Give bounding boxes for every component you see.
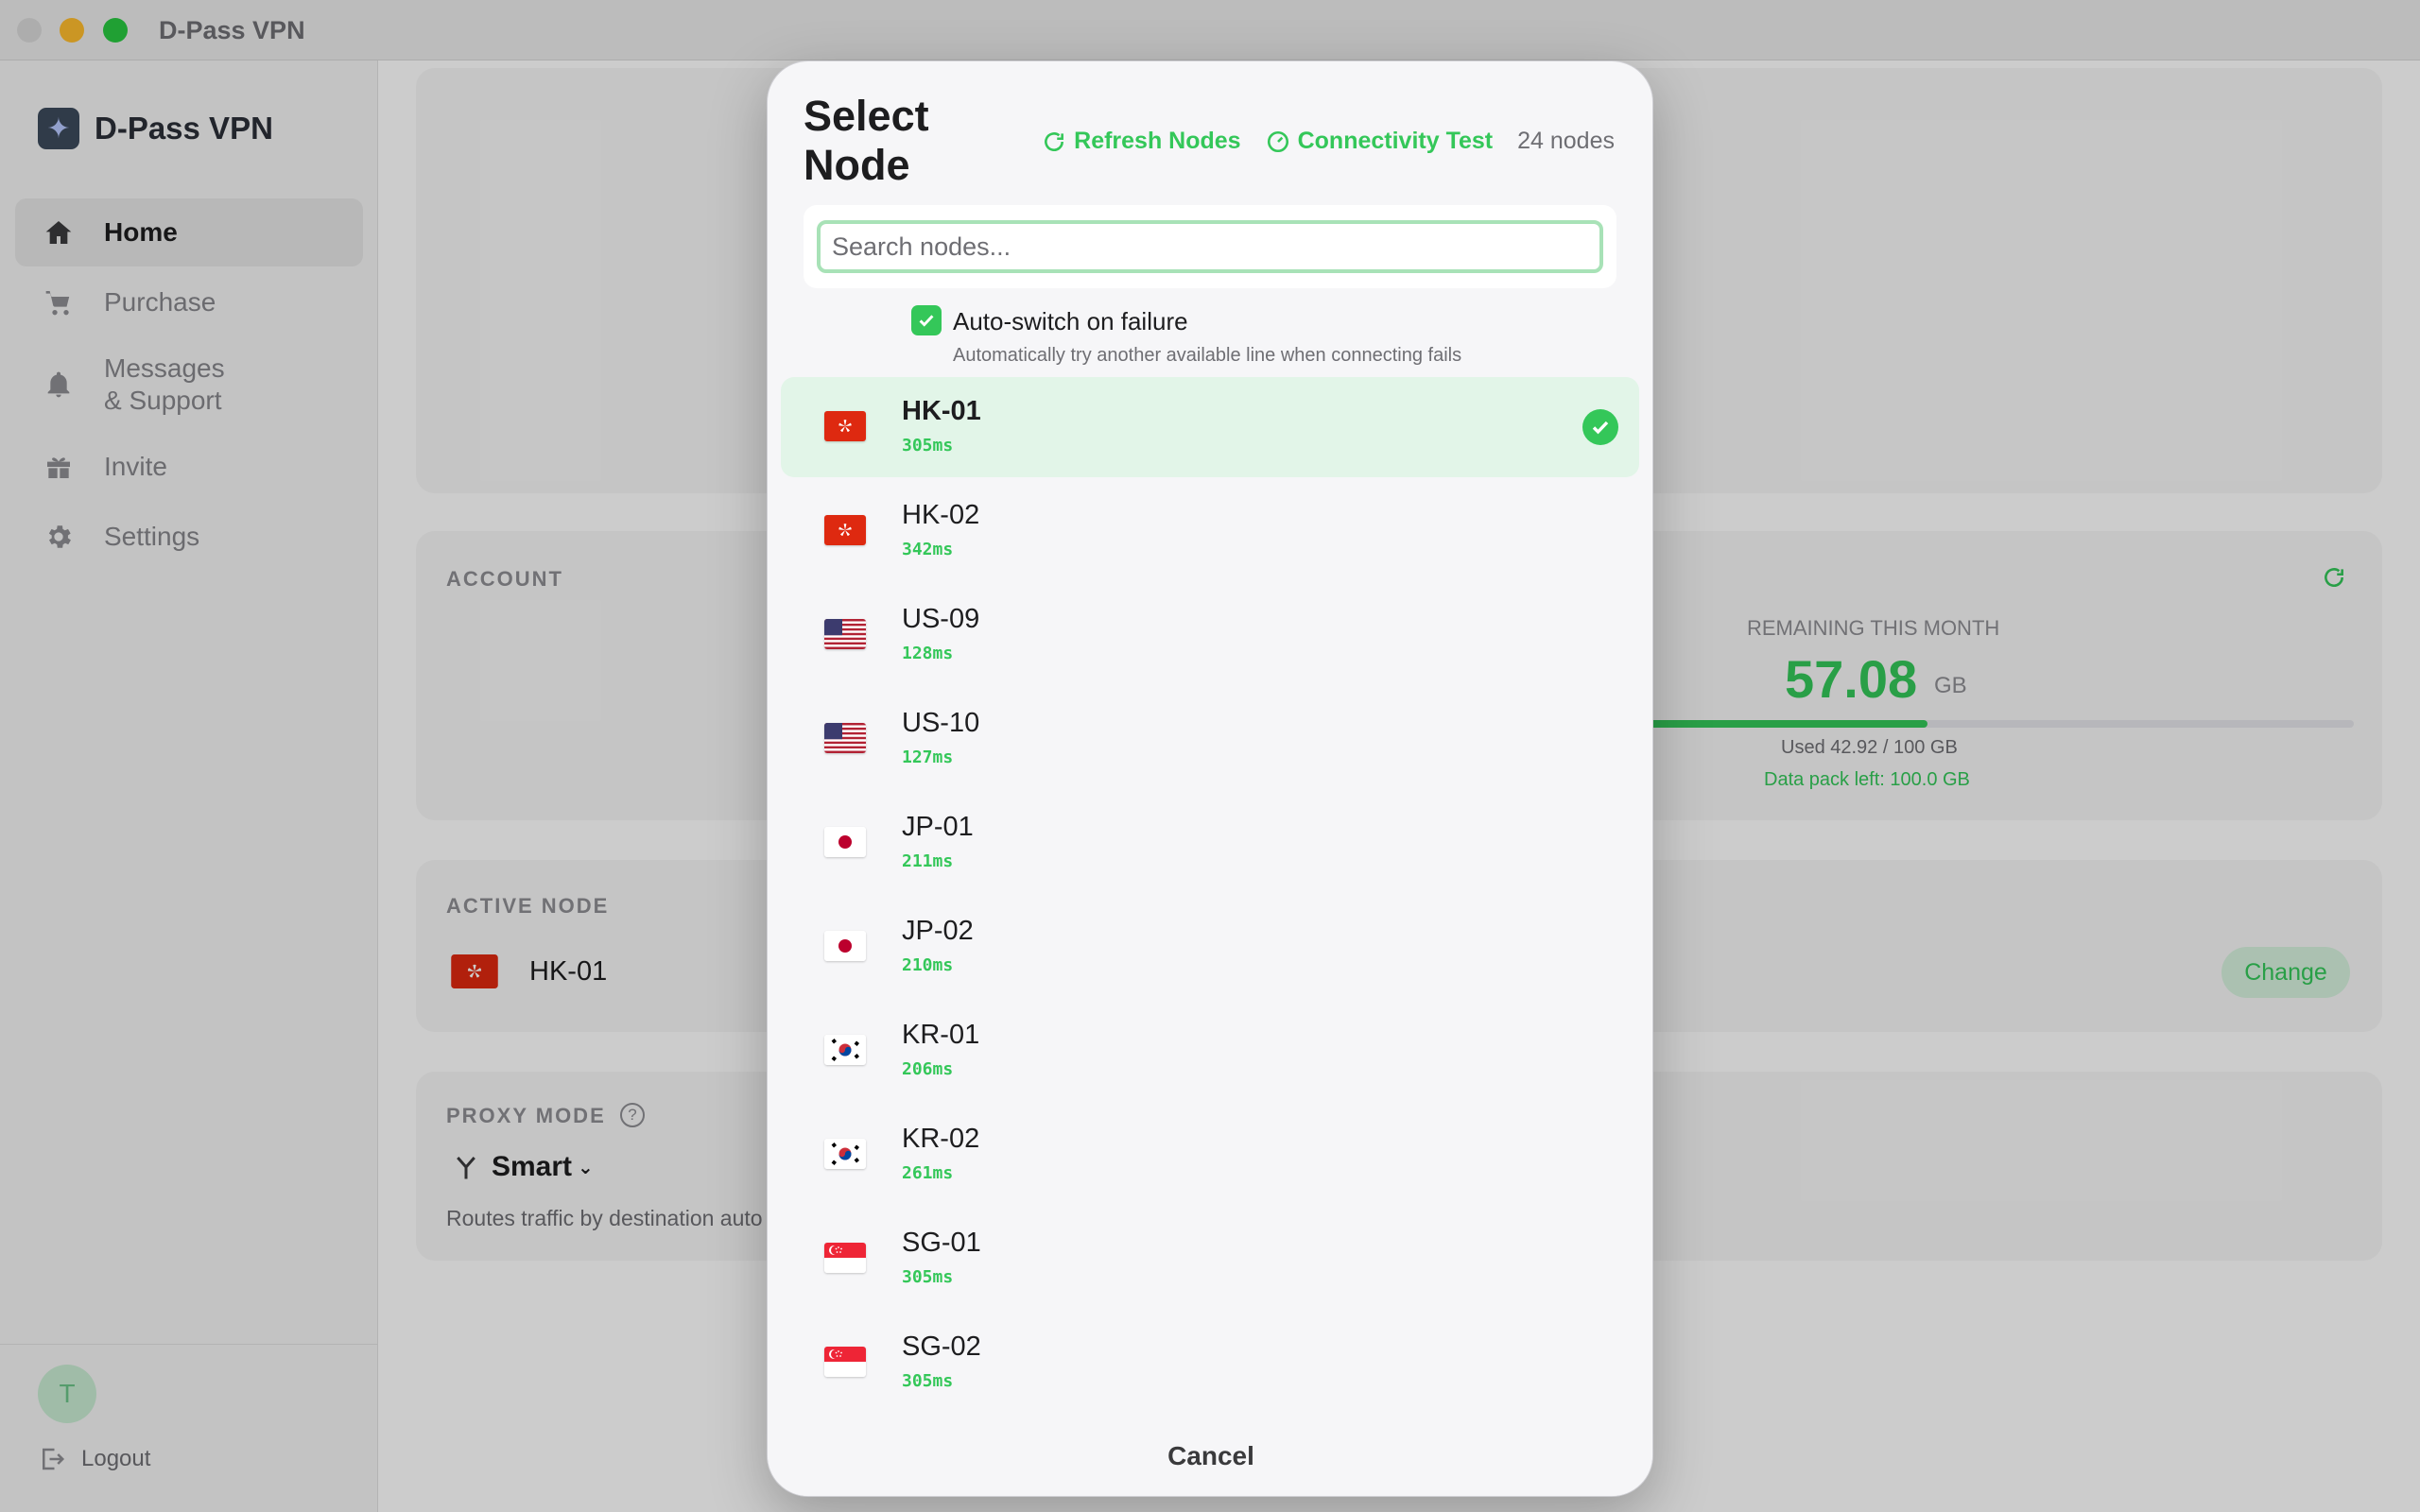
node-latency: 305ms [902, 436, 954, 455]
node-row[interactable]: HK-01 305ms [781, 377, 1639, 477]
search-input[interactable] [817, 220, 1603, 273]
checkmark-icon [919, 315, 934, 327]
auto-switch-label: Auto-switch on failure [953, 307, 1188, 335]
us-flag-icon [824, 723, 866, 753]
dialog-actions: Refresh Nodes Connectivity Test 24 nodes [1042, 128, 1615, 155]
node-latency: 128ms [902, 644, 954, 663]
refresh-nodes-button[interactable]: Refresh Nodes [1042, 128, 1241, 155]
node-name: KR-01 [902, 1020, 980, 1050]
node-row[interactable]: HK-02 342ms [781, 481, 1639, 581]
korea-flag-icon [824, 1035, 866, 1065]
node-row[interactable]: US-10 127ms [781, 689, 1639, 789]
connectivity-test-button[interactable]: Connectivity Test [1266, 128, 1494, 155]
search-container [804, 205, 1616, 288]
refresh-icon [1045, 131, 1064, 151]
hong-kong-flag-icon [824, 515, 866, 545]
node-name: US-10 [902, 708, 980, 738]
node-row[interactable]: SG-02 305ms [781, 1313, 1639, 1413]
dialog-title: Select Node [804, 92, 929, 189]
hong-kong-flag-icon [824, 411, 866, 441]
node-count: 24 nodes [1517, 128, 1615, 154]
node-latency: 206ms [902, 1059, 954, 1079]
node-row[interactable]: JP-02 210ms [781, 897, 1639, 997]
select-node-dialog: Select Node Refresh Nodes Connectivity T… [767, 60, 1653, 1497]
node-latency: 305ms [902, 1267, 954, 1287]
selected-check-icon [1582, 409, 1618, 445]
node-name: HK-02 [902, 500, 980, 530]
node-latency: 342ms [902, 540, 954, 559]
node-name: SG-01 [902, 1228, 981, 1258]
node-row[interactable]: SG-01 305ms [781, 1209, 1639, 1309]
us-flag-icon [824, 619, 866, 649]
node-name: JP-01 [902, 812, 974, 842]
node-latency: 127ms [902, 747, 954, 767]
auto-switch-description: Automatically try another available line… [953, 345, 1462, 366]
node-name: US-09 [902, 604, 980, 634]
singapore-flag-icon [824, 1347, 866, 1377]
node-latency: 211ms [902, 851, 954, 871]
node-name: SG-02 [902, 1332, 981, 1362]
dialog-footer: Cancel [768, 1417, 1652, 1496]
node-row[interactable]: KR-01 206ms [781, 1001, 1639, 1101]
japan-flag-icon [824, 931, 866, 961]
node-row[interactable]: US-09 128ms [781, 585, 1639, 685]
node-row[interactable]: KR-02 261ms [781, 1105, 1639, 1205]
refresh-nodes-label: Refresh Nodes [1074, 128, 1241, 154]
auto-switch-checkbox[interactable] [911, 305, 942, 335]
node-latency: 261ms [902, 1163, 954, 1183]
node-name: HK-01 [902, 396, 981, 426]
singapore-flag-icon [824, 1243, 866, 1273]
node-list: HK-01 305ms HK-02 342ms US-09 128ms US-10 127ms… [781, 377, 1639, 1496]
node-row[interactable]: JP-01 211ms [781, 793, 1639, 893]
korea-flag-icon [824, 1139, 866, 1169]
node-name: JP-02 [902, 916, 974, 946]
japan-flag-icon [824, 827, 866, 857]
cancel-button[interactable]: Cancel [1167, 1441, 1254, 1471]
speedometer-icon [1267, 130, 1288, 152]
node-latency: 210ms [902, 955, 954, 975]
node-name: KR-02 [902, 1124, 980, 1154]
node-latency: 305ms [902, 1371, 954, 1391]
connectivity-test-label: Connectivity Test [1297, 128, 1494, 154]
